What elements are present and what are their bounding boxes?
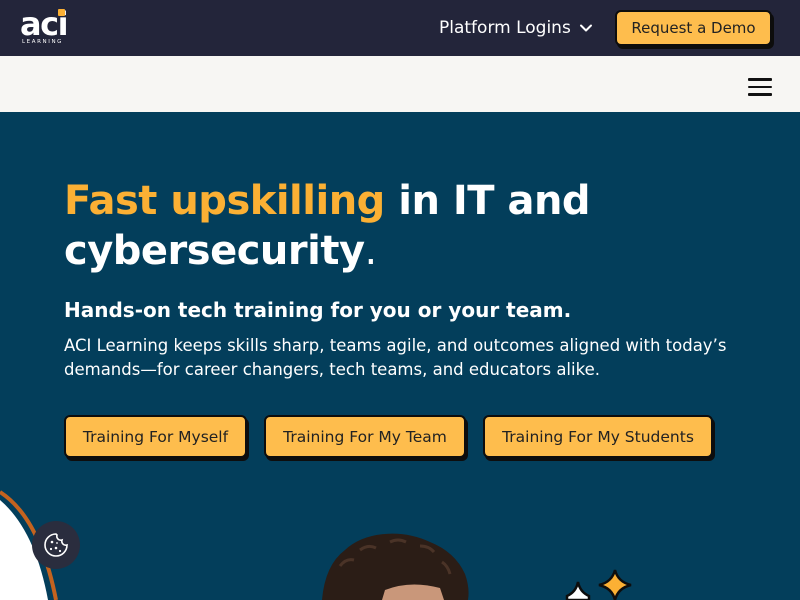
request-demo-button[interactable]: Request a Demo bbox=[615, 10, 772, 46]
training-for-my-students-button[interactable]: Training For My Students bbox=[483, 415, 713, 458]
hero-title-period: . bbox=[364, 228, 378, 274]
logo-dot bbox=[58, 9, 65, 16]
platform-logins-label: Platform Logins bbox=[439, 18, 571, 38]
hero-title-part-2: cybersecurity bbox=[64, 228, 365, 274]
hamburger-menu-icon[interactable] bbox=[748, 78, 772, 96]
cookie-icon bbox=[44, 533, 68, 557]
logo-subtext: LEARNING bbox=[22, 39, 64, 45]
sparkle-icon bbox=[565, 569, 632, 600]
hero-title-highlight: Fast upskilling bbox=[64, 178, 385, 224]
aci-learning-logo[interactable]: aci LEARNING bbox=[20, 5, 69, 48]
cookie-preferences-button[interactable] bbox=[32, 521, 80, 569]
person-image bbox=[322, 533, 469, 600]
hero-subtitle: Hands-on tech training for you or your t… bbox=[64, 298, 572, 322]
platform-logins-dropdown[interactable]: Platform Logins bbox=[439, 14, 593, 42]
training-for-myself-button[interactable]: Training For Myself bbox=[64, 415, 247, 458]
chevron-down-icon bbox=[579, 24, 592, 32]
training-for-my-team-button[interactable]: Training For My Team bbox=[264, 415, 466, 458]
nav-bar bbox=[0, 56, 800, 112]
hero-title: Fast upskilling in IT and cybersecurity. bbox=[64, 176, 744, 276]
hero-illustration bbox=[0, 490, 632, 600]
hero-description: ACI Learning keeps skills sharp, teams a… bbox=[64, 336, 727, 379]
hero-title-part-1: in IT and bbox=[384, 178, 591, 224]
top-bar: aci LEARNING Platform Logins Request a D… bbox=[0, 0, 800, 56]
